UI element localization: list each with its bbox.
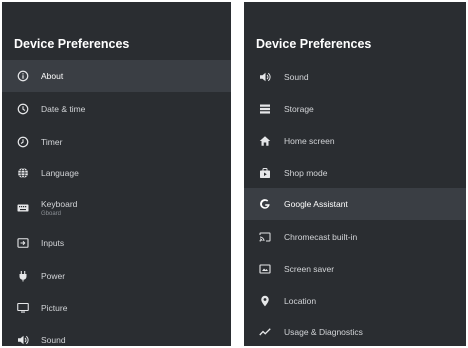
menu-item-label: Home screen bbox=[284, 136, 335, 146]
menu-item-storage[interactable]: Storage bbox=[244, 93, 466, 125]
device-preferences-screen-left: Device Preferences About Date & time Tim… bbox=[2, 2, 231, 346]
speaker-icon bbox=[17, 334, 29, 346]
google-g-icon bbox=[259, 198, 271, 210]
menu-item-label: Location bbox=[284, 296, 317, 306]
menu-item-sound[interactable]: Sound bbox=[244, 61, 466, 93]
menu-item-location[interactable]: Location bbox=[244, 285, 466, 317]
menu-item-label: Picture bbox=[41, 303, 68, 313]
menu-item-screen-saver[interactable]: Screen saver bbox=[244, 253, 466, 285]
speaker-icon bbox=[259, 71, 271, 83]
storage-icon bbox=[259, 103, 271, 115]
menu-item-home-screen[interactable]: Home screen bbox=[244, 125, 466, 157]
monitor-icon bbox=[17, 302, 29, 314]
menu-item-inputs[interactable]: Inputs bbox=[2, 227, 231, 259]
menu-item-shop-mode[interactable]: Shop mode bbox=[244, 157, 466, 189]
location-pin-icon bbox=[259, 295, 271, 307]
menu-item-chromecast-built-in[interactable]: Chromecast built-in bbox=[244, 221, 466, 253]
menu-item-label: About bbox=[41, 71, 64, 81]
power-plug-icon bbox=[17, 270, 29, 282]
menu-item-label: Language bbox=[41, 168, 79, 178]
timer-icon bbox=[17, 136, 29, 148]
menu-item-label: Power bbox=[41, 271, 66, 281]
menu-item-label: Date & time bbox=[41, 104, 86, 114]
menu-item-keyboard[interactable]: Keyboard Gboard bbox=[2, 192, 231, 224]
menu-item-label: Storage bbox=[284, 104, 314, 114]
menu-item-label: Keyboard bbox=[41, 199, 78, 209]
menu-item-power[interactable]: Power bbox=[2, 260, 231, 292]
menu-item-google-assistant[interactable]: Google Assistant bbox=[244, 188, 466, 220]
menu-item-label: Sound bbox=[41, 335, 66, 345]
cast-icon bbox=[259, 231, 271, 243]
screen-saver-icon bbox=[259, 263, 271, 275]
globe-icon bbox=[17, 167, 29, 179]
menu-item-label: Sound bbox=[284, 72, 309, 82]
menu-item-label: Inputs bbox=[41, 238, 65, 248]
menu-item-label: Shop mode bbox=[284, 168, 328, 178]
page-title: Device Preferences bbox=[14, 37, 130, 51]
keyboard-icon bbox=[17, 202, 29, 214]
menu-item-date-time[interactable]: Date & time bbox=[2, 93, 231, 125]
menu-item-label: Chromecast built-in bbox=[284, 232, 358, 242]
menu-item-picture[interactable]: Picture bbox=[2, 292, 231, 324]
menu-item-sound[interactable]: Sound bbox=[2, 324, 231, 346]
menu-item-language[interactable]: Language bbox=[2, 157, 231, 189]
menu-item-label: Usage & Diagnostics bbox=[284, 327, 363, 337]
menu-item-label: Google Assistant bbox=[284, 199, 348, 209]
device-preferences-screen-right: Device Preferences Sound Storage Home sc… bbox=[244, 2, 466, 346]
info-icon bbox=[17, 70, 29, 82]
menu-item-label: Timer bbox=[41, 137, 63, 147]
menu-item-sublabel: Gboard bbox=[41, 211, 62, 217]
home-icon bbox=[259, 135, 271, 147]
diagnostics-icon bbox=[259, 326, 271, 338]
clock-icon bbox=[17, 103, 29, 115]
menu-item-usage-diagnostics[interactable]: Usage & Diagnostics bbox=[244, 316, 466, 346]
shop-icon bbox=[259, 167, 271, 179]
menu-item-label: Screen saver bbox=[284, 264, 335, 274]
page-title: Device Preferences bbox=[256, 37, 372, 51]
menu-item-about[interactable]: About bbox=[2, 60, 231, 92]
input-icon bbox=[17, 237, 29, 249]
menu-item-timer[interactable]: Timer bbox=[2, 126, 231, 158]
